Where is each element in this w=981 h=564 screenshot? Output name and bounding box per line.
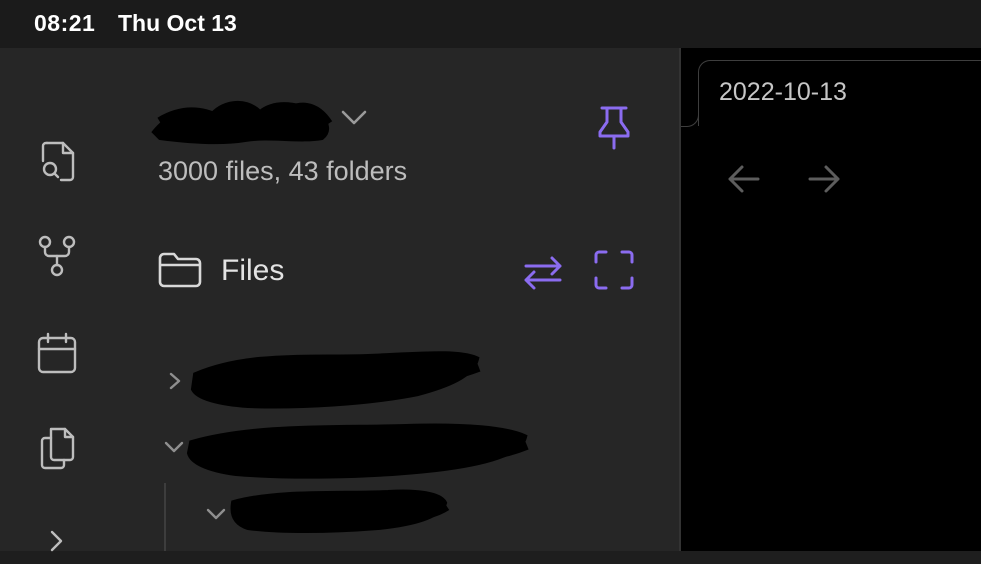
file-search-icon	[41, 141, 75, 182]
folder-icon	[158, 252, 202, 288]
swap-arrows-icon[interactable]	[520, 252, 566, 294]
graph-view-icon	[38, 235, 76, 277]
chevron-right-icon[interactable]	[165, 370, 185, 392]
ribbon-expand-button[interactable]	[34, 518, 80, 564]
redacted-folder-name[interactable]	[186, 415, 531, 483]
files-panel-title: Files	[221, 254, 285, 287]
status-time: 08:21	[34, 10, 96, 36]
ribbon-button-calendar[interactable]	[34, 330, 80, 376]
tab-title: 2022-10-13	[719, 78, 847, 106]
status-date: Thu Oct 13	[118, 10, 237, 36]
vault-switcher-chevron-icon[interactable]	[340, 108, 368, 128]
forward-arrow-icon[interactable]	[805, 160, 843, 198]
expand-all-icon[interactable]	[593, 249, 635, 291]
ribbon-button-graph[interactable]	[34, 233, 80, 279]
ribbon-button-search[interactable]	[34, 138, 80, 184]
copy-files-icon	[40, 427, 75, 470]
calendar-icon	[37, 332, 77, 374]
vault-stats: 3000 files, 43 folders	[158, 156, 408, 186]
tree-indent-guide	[164, 483, 166, 551]
chevron-down-icon[interactable]	[204, 504, 228, 524]
status-bar: 08:21 Thu Oct 13	[0, 0, 981, 48]
redacted-folder-name[interactable]	[228, 485, 450, 535]
redacted-folder-name[interactable]	[188, 345, 483, 415]
chevron-right-icon	[50, 530, 63, 552]
chevron-down-icon[interactable]	[162, 437, 186, 457]
back-arrow-icon[interactable]	[725, 160, 763, 198]
ribbon	[0, 48, 114, 552]
ribbon-button-copy[interactable]	[34, 425, 80, 471]
pin-icon[interactable]	[594, 104, 634, 152]
redacted-vault-name	[151, 100, 333, 145]
